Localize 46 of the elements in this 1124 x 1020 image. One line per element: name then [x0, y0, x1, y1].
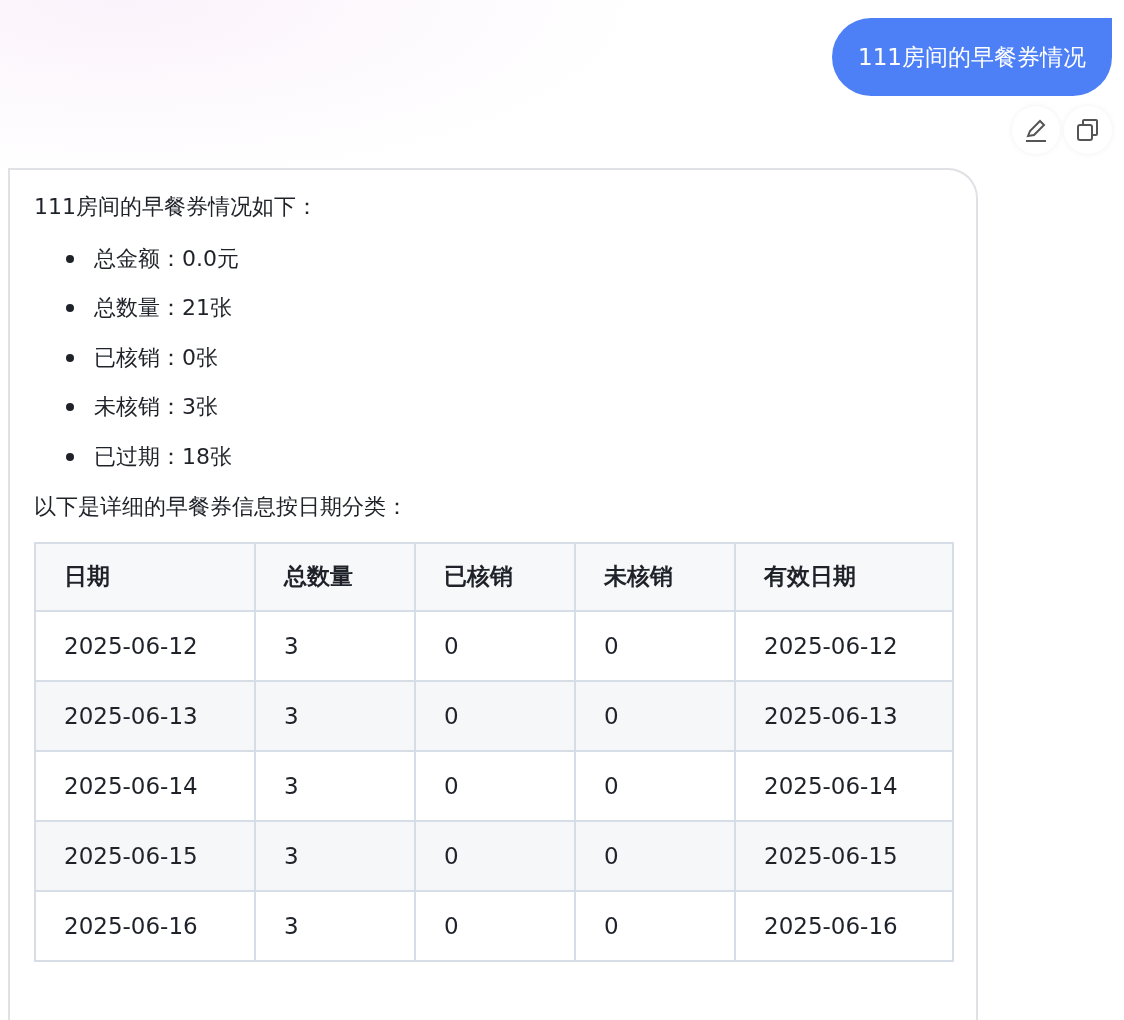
- table-cell: 0: [415, 610, 575, 681]
- table-cell: 0: [575, 820, 735, 891]
- table-cell: 3: [255, 820, 415, 891]
- table-cell: 2025-06-13: [35, 680, 255, 751]
- table-cell: 3: [255, 680, 415, 751]
- column-header: 已核销: [415, 542, 575, 611]
- summary-item: 未核销：3张: [94, 393, 218, 422]
- column-header: 有效日期: [735, 542, 953, 611]
- column-header: 总数量: [255, 542, 415, 611]
- summary-item: 总数量：21张: [94, 294, 232, 323]
- pencil-icon: [1023, 117, 1049, 143]
- table-cell: 0: [575, 610, 735, 681]
- table-cell: 2025-06-16: [735, 890, 953, 961]
- table-cell: 2025-06-14: [35, 750, 255, 821]
- table-cell: 0: [415, 750, 575, 821]
- table-cell: 2025-06-12: [35, 610, 255, 681]
- table-cell: 2025-06-12: [735, 610, 953, 681]
- bullet-icon: [66, 254, 74, 263]
- summary-item: 总金额：0.0元: [94, 244, 239, 273]
- table-cell: 2025-06-13: [735, 680, 953, 751]
- column-header: 未核销: [575, 542, 735, 611]
- table-cell: 0: [575, 750, 735, 821]
- table-cell: 0: [415, 680, 575, 751]
- user-message: 111房间的早餐券情况: [832, 18, 1112, 96]
- table-cell: 3: [255, 890, 415, 961]
- copy-icon: [1075, 117, 1101, 143]
- edit-button[interactable]: [1012, 106, 1060, 154]
- table-cell: 2025-06-15: [35, 820, 255, 891]
- table-cell: 2025-06-15: [735, 820, 953, 891]
- table-cell: 3: [255, 750, 415, 821]
- table-cell: 0: [415, 890, 575, 961]
- table-cell: 3: [255, 610, 415, 681]
- table-cell: 2025-06-14: [735, 750, 953, 821]
- summary-item: 已核销：0张: [94, 343, 218, 372]
- summary-item: 已过期：18张: [94, 442, 232, 471]
- bullet-icon: [66, 353, 74, 362]
- table-cell: 0: [575, 890, 735, 961]
- bullet-icon: [66, 304, 74, 313]
- bullet-icon: [66, 452, 74, 461]
- table-cell: 0: [575, 680, 735, 751]
- bullet-icon: [66, 403, 74, 412]
- table-cell: 2025-06-16: [35, 890, 255, 961]
- column-header: 日期: [35, 542, 255, 611]
- table-intro: 以下是详细的早餐券信息按日期分类：: [34, 492, 409, 521]
- reply-intro: 111房间的早餐券情况如下：: [34, 193, 319, 221]
- table-cell: 0: [415, 820, 575, 891]
